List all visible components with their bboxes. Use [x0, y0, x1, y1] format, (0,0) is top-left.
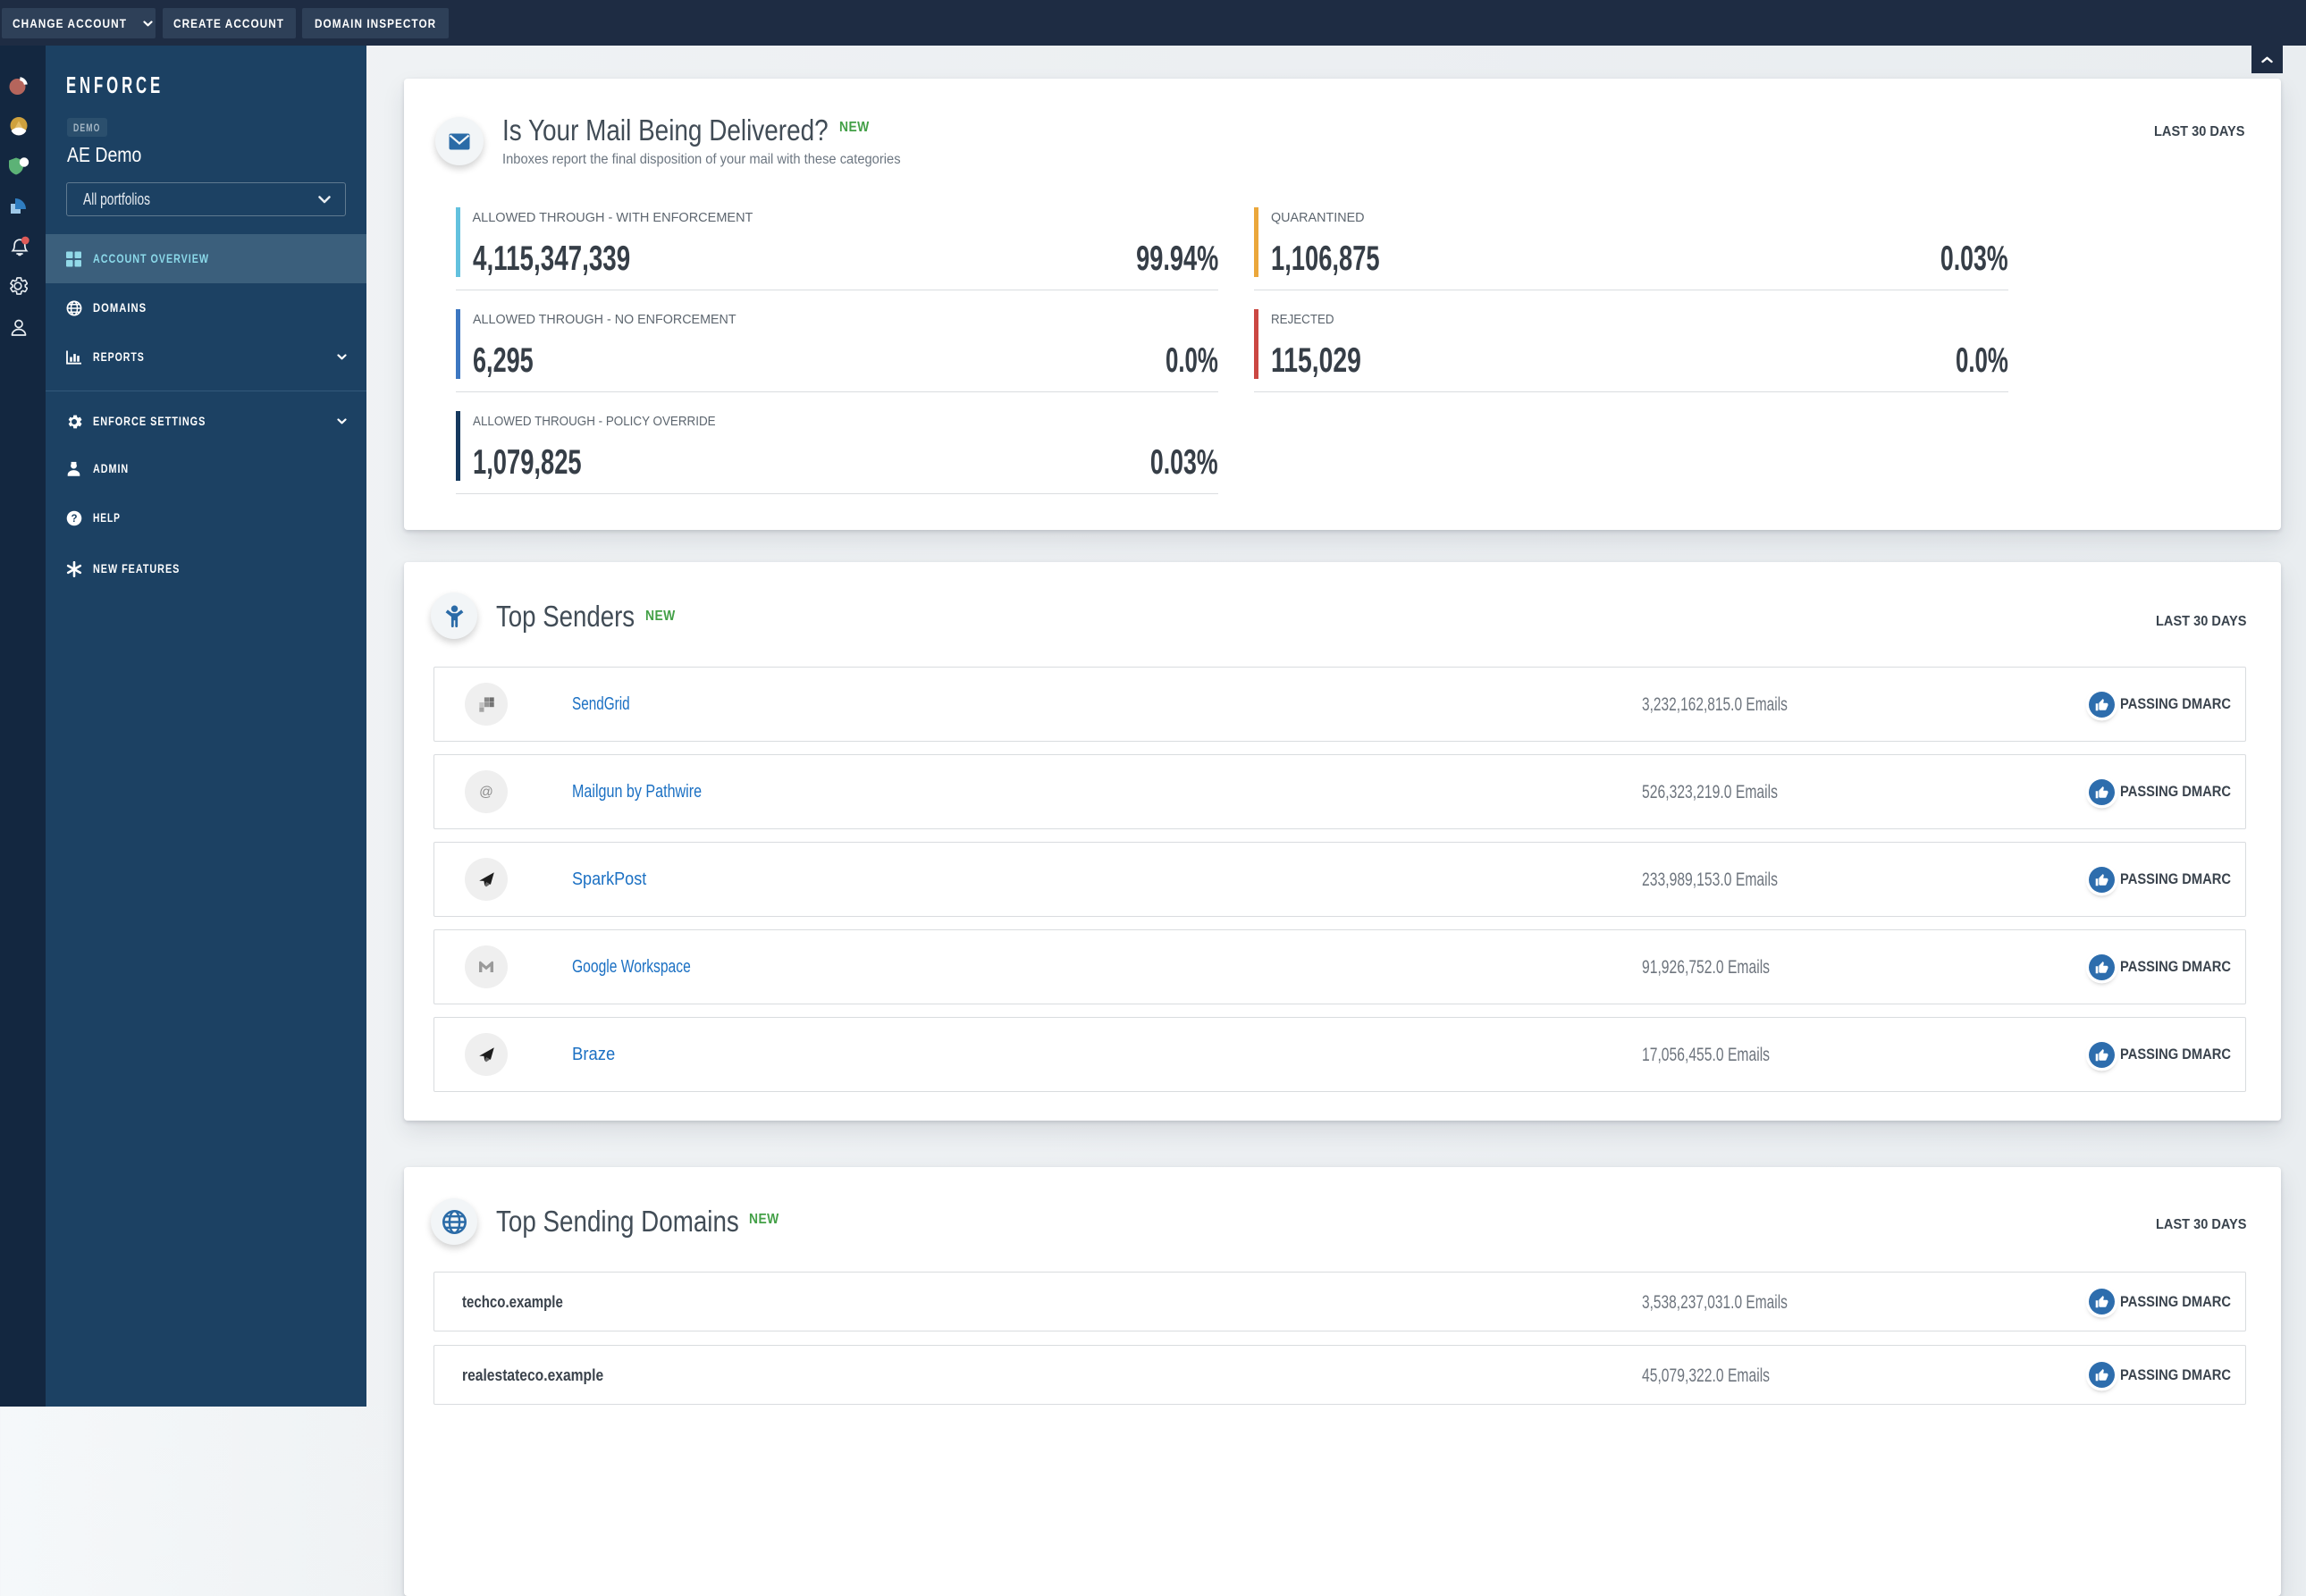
svg-text:@: @ [479, 785, 493, 800]
svg-text:?: ? [71, 514, 77, 525]
